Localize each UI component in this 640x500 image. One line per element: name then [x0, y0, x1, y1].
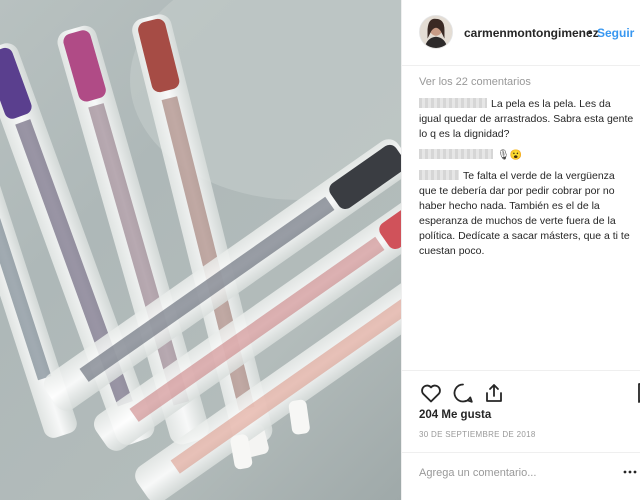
header-separator: •	[588, 25, 593, 39]
comment-item: La pela es la pela. Les da igual quedar …	[419, 97, 635, 142]
comment-username-redacted[interactable]	[419, 170, 459, 180]
comment-username-redacted[interactable]	[419, 149, 493, 159]
comment-text: Te falta el verde de la vergüenza que te…	[419, 170, 630, 257]
comment-username-redacted[interactable]	[419, 98, 487, 108]
heart-outline-icon[interactable]	[419, 381, 443, 405]
view-all-comments-link[interactable]: Ver los 22 comentarios	[419, 76, 635, 88]
avatar-portrait-icon	[420, 16, 452, 48]
bookmark-icon[interactable]	[634, 381, 640, 405]
post-side-panel: carmenmontongimenez • Seguir Ver los 22 …	[401, 0, 640, 500]
add-comment-input[interactable]	[419, 461, 609, 485]
speech-bubble-icon[interactable]	[451, 381, 475, 405]
follow-button[interactable]: Seguir	[597, 26, 634, 40]
username-link[interactable]: carmenmontongimenez	[464, 26, 599, 40]
avatar[interactable]	[419, 15, 453, 49]
likes-count[interactable]: 204 Me gusta	[419, 409, 491, 421]
comment-emoji: 🎙😮	[497, 150, 523, 161]
post-photo[interactable]	[0, 0, 401, 500]
comment-item: Te falta el verde de la vergüenza que te…	[419, 169, 635, 259]
share-upload-icon[interactable]	[482, 381, 506, 405]
comment-item: 🎙😮	[419, 148, 635, 163]
post-date[interactable]: 30 DE SEPTIEMBRE DE 2018	[419, 430, 536, 439]
ellipsis-icon[interactable]	[623, 465, 637, 479]
post-header: carmenmontongimenez • Seguir	[402, 0, 640, 66]
comments-list: Ver los 22 comentarios La pela es la pel…	[419, 76, 635, 265]
post-actions-bar	[402, 370, 640, 408]
add-comment-bar	[402, 452, 640, 500]
pens-illustration	[0, 0, 401, 500]
